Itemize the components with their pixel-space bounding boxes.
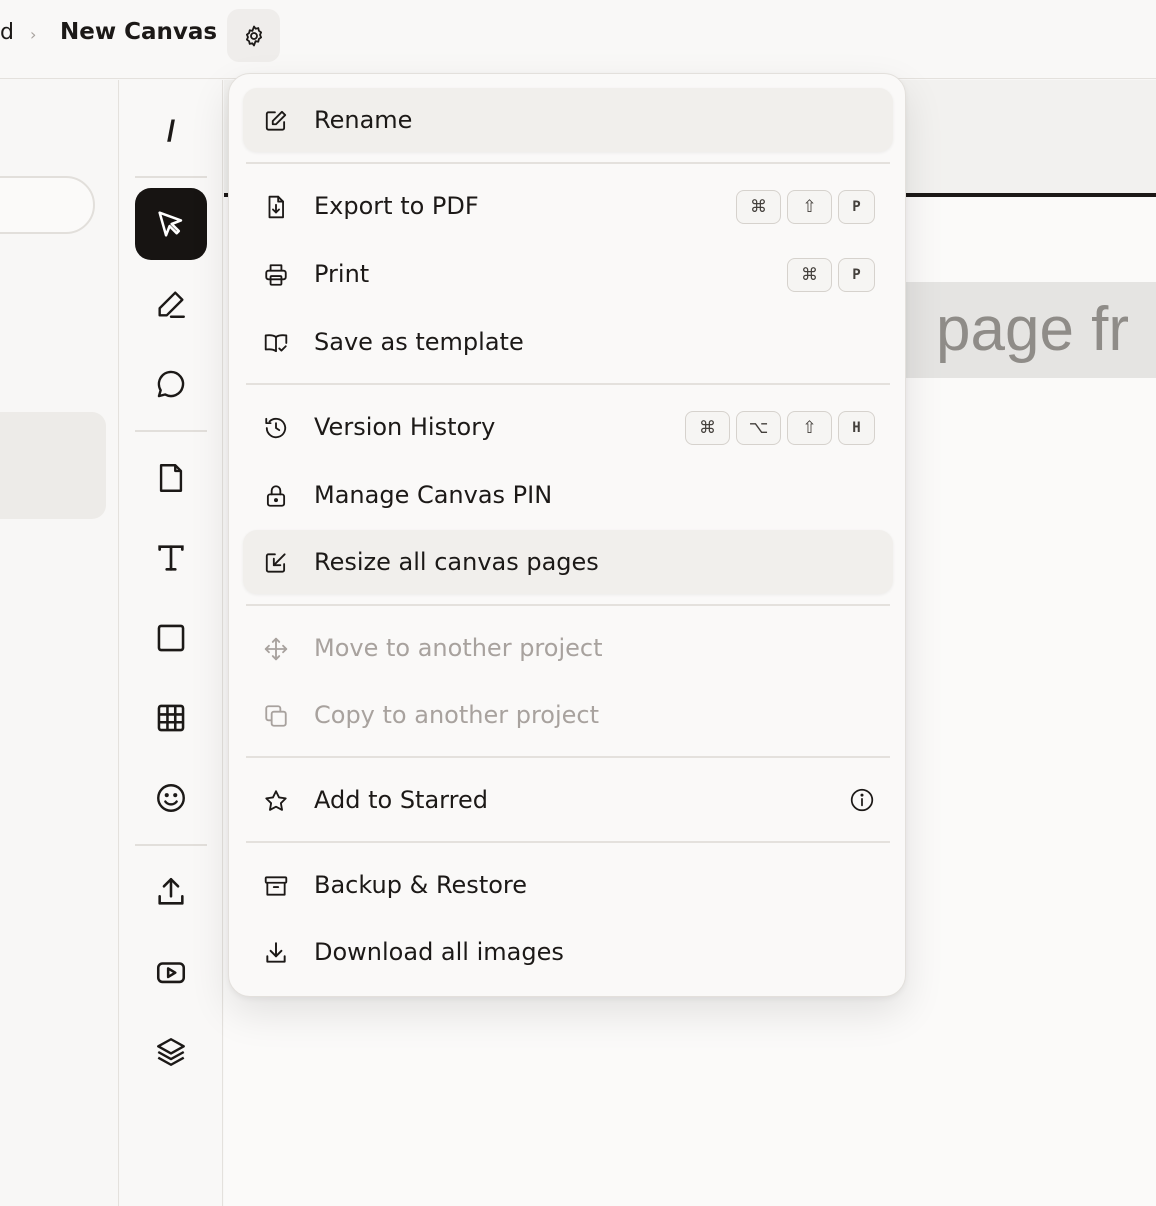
layers-icon — [157, 1038, 185, 1066]
shortcut-key: P — [838, 258, 875, 292]
shortcut-key: ⇧ — [787, 411, 832, 445]
shortcut-keys: ⌘ ⌥ ⇧ H — [685, 411, 875, 445]
book-check-icon — [264, 334, 288, 353]
file-download-icon — [268, 195, 284, 219]
smiley-icon — [157, 784, 185, 812]
printer-icon — [265, 264, 287, 286]
table-icon — [157, 704, 185, 732]
shortcut-keys: ⌘ ⇧ P — [736, 190, 875, 224]
copy-icon — [265, 705, 287, 727]
star-icon — [265, 790, 287, 811]
settings-button[interactable] — [227, 9, 280, 62]
shortcut-key: ⌥ — [736, 411, 781, 445]
page-tool[interactable] — [135, 442, 207, 514]
left-panel — [0, 80, 119, 1206]
menu-item-export-pdf[interactable]: Export to PDF ⌘ ⇧ P — [243, 174, 893, 238]
top-bar: d › New Canvas — [0, 0, 1156, 79]
pen-tool[interactable] — [135, 268, 207, 340]
menu-item-label: Export to PDF — [314, 192, 479, 220]
upload-icon — [158, 877, 184, 905]
menu-item-label: Save as template — [314, 328, 524, 356]
breadcrumb-parent[interactable]: d — [0, 20, 14, 45]
menu-item-move-project: Move to another project — [243, 616, 893, 680]
table-tool[interactable] — [135, 682, 207, 754]
menu-item-label: Move to another project — [314, 634, 603, 662]
toolbar-divider — [135, 430, 207, 432]
lock-icon — [266, 485, 286, 507]
menu-divider — [246, 383, 890, 385]
download-icon — [266, 942, 286, 963]
select-tool[interactable] — [135, 188, 207, 260]
layers-tool[interactable] — [135, 1016, 207, 1088]
text-tool[interactable] — [135, 522, 207, 594]
cursor-icon — [158, 211, 183, 237]
archive-icon — [264, 876, 288, 896]
menu-item-label: Resize all canvas pages — [314, 548, 599, 576]
upload-tool[interactable] — [135, 856, 207, 928]
menu-item-save-template[interactable]: Save as template — [243, 310, 893, 374]
command-tool[interactable]: / — [135, 96, 207, 168]
pen-icon — [158, 291, 185, 318]
text-icon — [158, 545, 184, 571]
left-selected-item[interactable] — [0, 412, 106, 519]
shape-tool[interactable] — [135, 602, 207, 674]
menu-item-resize-pages[interactable]: Resize all canvas pages — [243, 530, 893, 594]
page-icon — [159, 464, 183, 492]
video-tool[interactable] — [135, 936, 207, 1008]
menu-item-label: Rename — [314, 106, 413, 134]
shortcut-key: ⌘ — [736, 190, 781, 224]
shortcut-key: ⌘ — [685, 411, 730, 445]
menu-item-label: Manage Canvas PIN — [314, 481, 553, 509]
menu-item-label: Version History — [314, 413, 496, 441]
shortcut-key: ⇧ — [787, 190, 832, 224]
shortcut-key: H — [838, 411, 875, 445]
menu-divider — [246, 756, 890, 758]
shortcut-key: P — [838, 190, 875, 224]
move-icon — [264, 637, 288, 661]
gear-icon — [245, 25, 262, 46]
edit-icon — [265, 110, 287, 131]
history-icon — [265, 417, 287, 439]
menu-item-download-images[interactable]: Download all images — [243, 920, 893, 984]
menu-divider — [246, 162, 890, 164]
toolbar-divider — [135, 176, 207, 178]
toolbar-divider — [135, 844, 207, 846]
menu-item-backup-restore[interactable]: Backup & Restore — [243, 853, 893, 917]
menu-item-rename[interactable]: Rename — [243, 88, 893, 152]
menu-item-label: Backup & Restore — [314, 871, 528, 899]
menu-item-version-history[interactable]: Version History ⌘ ⌥ ⇧ H — [243, 395, 893, 459]
shortcut-key: ⌘ — [787, 258, 832, 292]
menu-item-add-starred[interactable]: Add to Starred — [243, 768, 893, 832]
comment-tool[interactable] — [135, 348, 207, 420]
menu-item-label: Print — [314, 260, 370, 288]
menu-divider — [246, 604, 890, 606]
tool-sidebar: / — [120, 80, 223, 1206]
menu-item-label: Download all images — [314, 938, 564, 966]
breadcrumb-current[interactable]: New Canvas — [60, 19, 217, 45]
settings-menu: Rename Export to PDF ⌘ ⇧ P Print ⌘ P Sav… — [228, 73, 906, 997]
emoji-tool[interactable] — [135, 762, 207, 834]
info-icon[interactable] — [849, 787, 875, 813]
menu-item-copy-project: Copy to another project — [243, 683, 893, 747]
slash-label: / — [166, 115, 176, 148]
resize-icon — [265, 553, 286, 573]
breadcrumb-separator: › — [30, 25, 37, 44]
menu-item-print[interactable]: Print ⌘ P — [243, 242, 893, 306]
menu-item-label: Copy to another project — [314, 701, 600, 729]
square-icon — [157, 624, 185, 652]
play-video-icon — [156, 962, 186, 984]
chat-bubble-icon — [157, 370, 185, 398]
canvas-page-label: page fr — [906, 282, 1156, 378]
menu-item-manage-pin[interactable]: Manage Canvas PIN — [243, 463, 893, 527]
shortcut-keys: ⌘ P — [787, 258, 875, 292]
left-search-input[interactable] — [0, 176, 95, 234]
menu-item-label: Add to Starred — [314, 786, 488, 814]
menu-divider — [246, 841, 890, 843]
